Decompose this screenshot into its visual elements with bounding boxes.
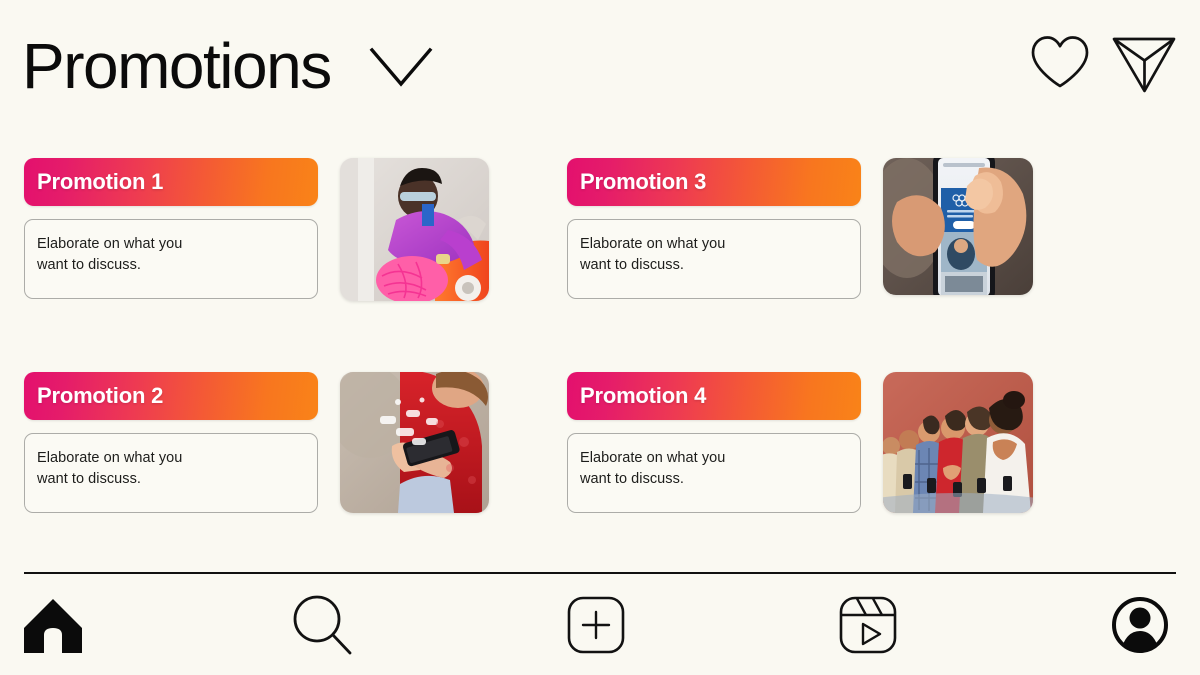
search-icon bbox=[289, 593, 355, 662]
nav-item-search[interactable] bbox=[277, 580, 367, 675]
promotion-title: Promotion 2 bbox=[37, 383, 164, 408]
header-actions bbox=[1028, 30, 1178, 101]
nav-item-profile[interactable] bbox=[1095, 580, 1185, 675]
profile-icon bbox=[1111, 596, 1169, 659]
page-title: Promotions bbox=[22, 30, 332, 102]
promotion-description-box[interactable]: Elaborate on what you want to discuss. bbox=[567, 219, 861, 299]
page-header: Promotions bbox=[0, 0, 1200, 135]
promotion-description: Elaborate on what you want to discuss. bbox=[37, 450, 183, 487]
promotions-grid: Promotion 1 Elaborate on what you want t… bbox=[0, 150, 1200, 550]
send-icon[interactable] bbox=[1110, 30, 1178, 101]
create-icon bbox=[567, 596, 625, 659]
promotion-card-content: Promotion 1 Elaborate on what you want t… bbox=[24, 158, 318, 299]
promotion-description-box[interactable]: Elaborate on what you want to discuss. bbox=[24, 219, 318, 299]
promotion-description: Elaborate on what you want to discuss. bbox=[580, 450, 726, 487]
promotion-card-content: Promotion 3 Elaborate on what you want t… bbox=[567, 158, 861, 299]
nav-item-home[interactable] bbox=[8, 580, 98, 675]
promotion-card[interactable]: Promotion 1 Elaborate on what you want t… bbox=[24, 158, 489, 301]
promotion-title: Promotion 4 bbox=[580, 383, 707, 408]
promotion-description-box[interactable]: Elaborate on what you want to discuss. bbox=[24, 433, 318, 513]
promotion-card[interactable]: Promotion 4 Elaborate on what you want t… bbox=[567, 372, 1033, 513]
promotion-thumbnail[interactable] bbox=[340, 158, 489, 301]
nav-item-reels[interactable] bbox=[823, 580, 913, 675]
promotion-description-box[interactable]: Elaborate on what you want to discuss. bbox=[567, 433, 861, 513]
heart-icon[interactable] bbox=[1028, 33, 1092, 98]
promotion-description: Elaborate on what you want to discuss. bbox=[580, 236, 726, 273]
promotion-title: Promotion 1 bbox=[37, 169, 164, 194]
home-icon bbox=[22, 595, 84, 660]
promotion-banner[interactable]: Promotion 3 bbox=[567, 158, 861, 206]
reels-icon bbox=[839, 596, 897, 659]
promotion-card-content: Promotion 2 Elaborate on what you want t… bbox=[24, 372, 318, 513]
promotion-thumbnail[interactable] bbox=[340, 372, 489, 513]
promotion-thumbnail[interactable] bbox=[883, 158, 1033, 295]
promotion-banner[interactable]: Promotion 1 bbox=[24, 158, 318, 206]
promotion-banner[interactable]: Promotion 2 bbox=[24, 372, 318, 420]
promotion-thumbnail[interactable] bbox=[883, 372, 1033, 513]
promotion-card[interactable]: Promotion 2 Elaborate on what you want t… bbox=[24, 372, 489, 513]
chevron-down-icon[interactable] bbox=[368, 44, 434, 99]
promotion-banner[interactable]: Promotion 4 bbox=[567, 372, 861, 420]
promotion-card-content: Promotion 4 Elaborate on what you want t… bbox=[567, 372, 861, 513]
nav-item-create[interactable] bbox=[551, 580, 641, 675]
promotion-description: Elaborate on what you want to discuss. bbox=[37, 236, 183, 273]
promotion-card[interactable]: Promotion 3 Elaborate on what you want t… bbox=[567, 158, 1033, 299]
promotion-title: Promotion 3 bbox=[580, 169, 707, 194]
bottom-navigation bbox=[0, 580, 1200, 675]
nav-divider bbox=[24, 572, 1176, 574]
